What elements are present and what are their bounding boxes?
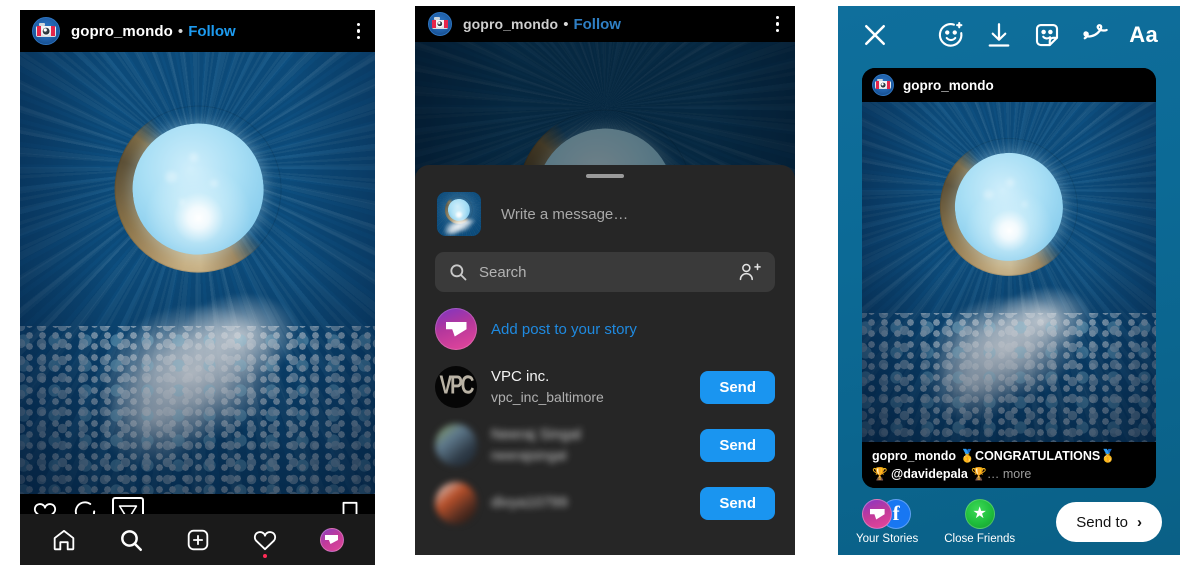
face-sparkle-effects-icon[interactable]: [936, 20, 966, 50]
story-card-photo: [862, 102, 1156, 442]
contact-name: Neeraj Singal: [491, 426, 582, 444]
download-arrow-icon[interactable]: [984, 20, 1014, 50]
draw-squiggle-icon[interactable]: [1080, 20, 1110, 50]
contact-name: divya10799: [491, 493, 568, 511]
contact-name: VPC inc.: [491, 368, 550, 386]
activity-notification-dot: [262, 553, 267, 558]
send-button[interactable]: Send: [700, 370, 775, 404]
caption-line-1: gopro_mondo 🥇CONGRATULATIONS🥇: [872, 449, 1116, 463]
kebab-menu-icon[interactable]: [354, 19, 364, 44]
close-x-icon[interactable]: [860, 20, 890, 50]
nav-home[interactable]: [44, 523, 84, 557]
follow-button[interactable]: Follow: [188, 23, 236, 40]
search-magnifier-icon: [448, 262, 468, 282]
post-thumbnail: [437, 192, 481, 236]
story-card-caption[interactable]: gopro_mondo 🥇CONGRATULATIONS🥇 🏆 @davidep…: [862, 442, 1156, 488]
contact-handle: neerajsingal: [491, 446, 567, 463]
header-separator: •: [563, 15, 569, 33]
add-to-story-label: Add post to your story: [491, 320, 637, 338]
nav-activity[interactable]: [245, 523, 285, 558]
list-item[interactable]: divya10799 Send: [415, 474, 795, 532]
contact-photo-avatar: [435, 482, 477, 524]
share-sheet-panel: gopro_mondo • Follow Write a message… Se…: [415, 6, 795, 555]
instagram-story-logo-icon: [319, 527, 344, 552]
instagram-story-logo-icon: [862, 499, 893, 529]
plus-square-icon: [185, 527, 211, 553]
destination-close-friends[interactable]: ★ Close Friends: [944, 499, 1015, 545]
vpc-logo-avatar: VPC: [435, 366, 477, 408]
heart-icon: [252, 527, 278, 553]
bottom-navigation-bar: [20, 514, 375, 565]
kebab-menu-icon: [773, 12, 783, 37]
composer-toolbar: Aa: [838, 6, 1180, 64]
add-to-story-row[interactable]: Add post to your story: [415, 300, 795, 358]
green-star-icon: ★: [964, 499, 995, 529]
destination-your-stories[interactable]: f Your Stories: [856, 499, 918, 545]
gopro-camera-avatar: [872, 74, 894, 96]
chevron-right-icon: ›: [1137, 513, 1142, 531]
destination-label: Close Friends: [944, 533, 1016, 545]
post-header-dimmed: gopro_mondo • Follow: [415, 6, 795, 42]
search-input[interactable]: Search: [435, 252, 775, 292]
nav-search[interactable]: [111, 523, 151, 557]
search-placeholder: Search: [479, 263, 527, 281]
story-card-username: gopro_mondo: [903, 77, 994, 93]
write-message-row[interactable]: Write a message…: [415, 178, 795, 244]
contact-photo-avatar: [435, 424, 477, 466]
sticker-smiley-icon[interactable]: [1032, 20, 1062, 50]
instagram-story-logo-icon: [435, 308, 477, 350]
follow-button: Follow: [573, 15, 621, 33]
caption-more-link[interactable]: … more: [987, 467, 1031, 481]
send-to-label: Send to: [1076, 513, 1128, 531]
post-header: gopro_mondo • Follow: [20, 10, 375, 52]
share-bottom-sheet: Write a message… Search Add post to your…: [415, 165, 795, 555]
post-username: gopro_mondo: [463, 16, 559, 32]
contact-handle: vpc_inc_baltimore: [491, 388, 604, 405]
screenshot-root: gopro_mondo • Follow gopro_mondo • Follo…: [0, 0, 1200, 571]
gopro-camera-avatar: [428, 12, 452, 36]
search-magnifier-icon: [118, 527, 144, 553]
story-composer-panel: Aa gopro_mondo gopro_mondo 🥇CONGRATULATI…: [838, 6, 1180, 555]
instagram-feed-panel: gopro_mondo • Follow: [20, 10, 375, 565]
nav-create[interactable]: [178, 523, 218, 557]
composer-destination-bar: f Your Stories ★ Close Friends Send to ›: [838, 489, 1180, 555]
story-post-card[interactable]: gopro_mondo gopro_mondo 🥇CONGRATULATIONS…: [862, 68, 1156, 488]
post-username[interactable]: gopro_mondo: [71, 23, 173, 40]
send-button[interactable]: Send: [700, 486, 775, 520]
add-people-icon[interactable]: [738, 261, 762, 283]
list-item[interactable]: Neeraj Singal neerajsingal Send: [415, 416, 795, 474]
send-to-button[interactable]: Send to ›: [1056, 502, 1162, 542]
destination-label: Your Stories: [856, 533, 919, 545]
message-input-placeholder[interactable]: Write a message…: [501, 206, 628, 223]
list-item[interactable]: VPC VPC inc. vpc_inc_baltimore Send: [415, 358, 795, 416]
share-targets-list: Add post to your story VPC VPC inc. vpc_…: [415, 300, 795, 532]
story-card-header: gopro_mondo: [862, 68, 1156, 102]
home-icon: [51, 527, 77, 553]
your-stories-icons: f: [862, 499, 912, 529]
nav-profile[interactable]: [312, 523, 352, 557]
text-aa-icon[interactable]: Aa: [1129, 22, 1158, 48]
caption-line-2: 🏆 @davidepala 🏆: [872, 467, 987, 482]
send-button[interactable]: Send: [700, 428, 775, 462]
header-separator: •: [177, 22, 184, 40]
post-photo[interactable]: [20, 52, 375, 494]
gopro-camera-avatar[interactable]: [32, 17, 60, 45]
